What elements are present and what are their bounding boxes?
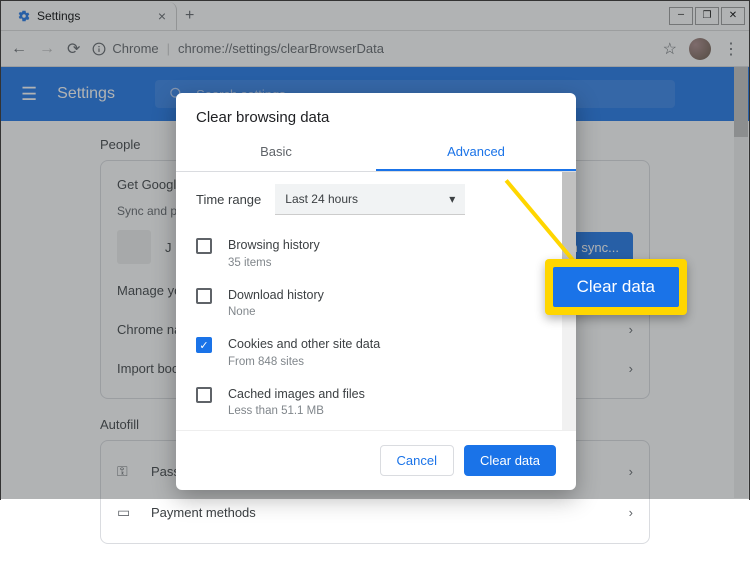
check-label: Download history: [228, 287, 324, 305]
checkbox[interactable]: [196, 387, 212, 403]
chevron-right-icon: ›: [629, 505, 633, 520]
callout-button: Clear data: [553, 267, 679, 307]
tab-advanced[interactable]: Advanced: [376, 134, 576, 171]
dropdown-caret-icon: ▾: [449, 192, 455, 206]
check-sublabel: From 848 sites: [228, 354, 380, 370]
dialog-tabs: Basic Advanced: [176, 134, 576, 172]
cancel-button[interactable]: Cancel: [380, 445, 454, 476]
checkbox[interactable]: [196, 238, 212, 254]
callout-highlight: Clear data: [545, 259, 687, 315]
check-sublabel: 35 items: [228, 255, 320, 271]
tab-basic[interactable]: Basic: [176, 134, 376, 171]
card-icon: ▭: [117, 504, 137, 521]
time-range-select[interactable]: Last 24 hours ▾: [275, 184, 465, 215]
time-range-label: Time range: [196, 192, 261, 207]
check-label: Cached images and files: [228, 386, 365, 404]
clear-data-button[interactable]: Clear data: [464, 445, 556, 476]
check-sublabel: None: [228, 304, 324, 320]
dialog-footer: Cancel Clear data: [176, 430, 576, 490]
check-row[interactable]: Browsing history35 items: [196, 229, 556, 279]
dialog-body: Time range Last 24 hours ▾ Browsing hist…: [176, 172, 576, 430]
check-row[interactable]: Cached images and filesLess than 51.1 MB: [196, 378, 556, 428]
dialog-title: Clear browsing data: [176, 93, 576, 134]
payment-row[interactable]: ▭Payment methods›: [117, 498, 633, 527]
checkbox[interactable]: [196, 288, 212, 304]
check-label: Cookies and other site data: [228, 336, 380, 354]
check-row[interactable]: Download historyNone: [196, 279, 556, 329]
check-label: Browsing history: [228, 237, 320, 255]
checkbox[interactable]: ✓: [196, 337, 212, 353]
check-row[interactable]: ✓ Cookies and other site dataFrom 848 sit…: [196, 328, 556, 378]
clear-data-dialog: Clear browsing data Basic Advanced Time …: [176, 93, 576, 490]
check-sublabel: Less than 51.1 MB: [228, 403, 365, 419]
check-row[interactable]: Passwords and other sign-in data2 passwo…: [196, 427, 556, 430]
